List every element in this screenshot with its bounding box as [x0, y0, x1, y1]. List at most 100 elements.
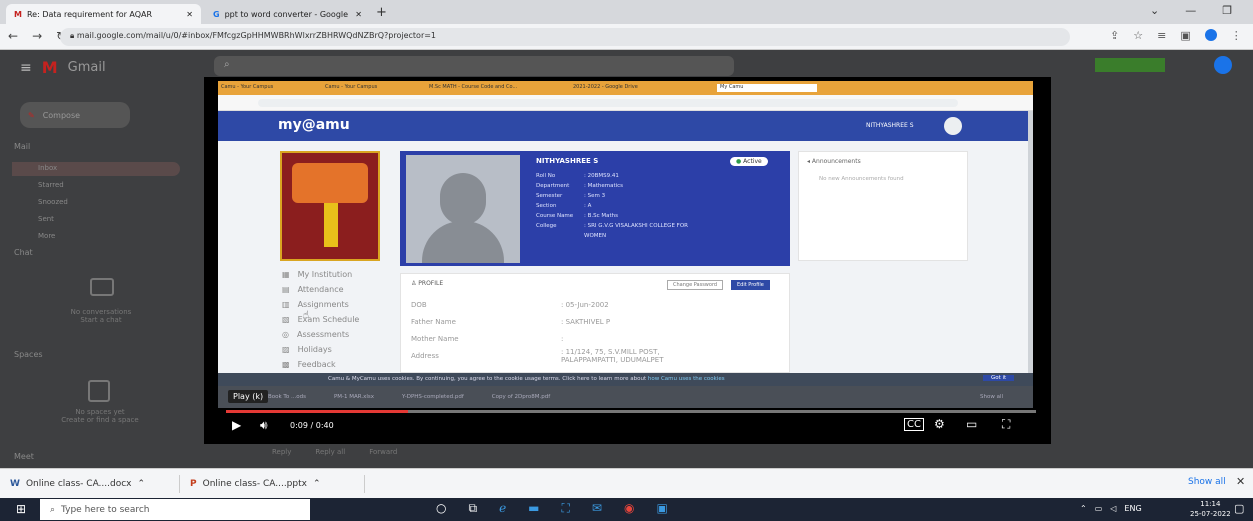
- gmail-favicon-icon: M: [14, 9, 22, 19]
- download-item-pptx[interactable]: P Online class- CA....pptx ⌃: [190, 475, 365, 493]
- sidepanel-icon[interactable]: ▣: [1180, 29, 1190, 42]
- announcements-title: Announcements: [811, 158, 861, 165]
- nav-exam-schedule[interactable]: ▧ Exam Schedule: [282, 313, 359, 325]
- nav-label: Assignments: [297, 299, 349, 309]
- chevron-up-icon[interactable]: ⌃: [1080, 504, 1087, 513]
- assessments-icon: ◎: [282, 329, 289, 339]
- inner-download-item: Copy of 2Dpro8M.pdf: [491, 394, 551, 400]
- student-details: Roll No: 20BMS9.41 Department: Mathemati…: [536, 171, 776, 241]
- mycamu-logo: my@amu: [278, 117, 350, 133]
- minimize-icon[interactable]: —: [1185, 4, 1196, 17]
- reply-all-button[interactable]: Reply all: [315, 448, 345, 456]
- chevron-up-icon[interactable]: ⌃: [313, 479, 321, 489]
- start-chat-link[interactable]: Start a chat: [36, 316, 166, 324]
- chat-icon: [90, 278, 114, 296]
- cortana-icon[interactable]: ○: [436, 501, 446, 516]
- user-avatar[interactable]: [944, 117, 962, 135]
- volume-icon[interactable]: ◁: [1110, 504, 1116, 513]
- student-banner: NITHYASHREE S ● Active Roll No: 20BMS9.4…: [400, 151, 790, 266]
- volume-icon[interactable]: 🔊︎: [260, 418, 268, 433]
- spaces-icon: [88, 380, 110, 402]
- reply-button[interactable]: Reply: [272, 448, 291, 456]
- field-value: : B.Sc Maths: [584, 213, 619, 219]
- hamburger-menu-icon[interactable]: ≡: [20, 60, 32, 76]
- mail-icon[interactable]: ✉: [592, 501, 602, 516]
- explorer-icon[interactable]: ▬: [528, 501, 539, 516]
- label-snoozed[interactable]: Snoozed: [38, 198, 68, 206]
- word-file-icon: W: [10, 479, 20, 489]
- inner-show-all: Show all: [979, 394, 1003, 400]
- settings-gear-icon[interactable]: ⚙: [934, 417, 945, 431]
- restore-icon[interactable]: ❐: [1222, 4, 1232, 17]
- inner-address-bar: [218, 95, 1033, 111]
- student-name: NITHYASHREE S: [536, 157, 599, 165]
- profile-label: Mother Name: [411, 334, 459, 343]
- media-icon[interactable]: ≡: [1157, 29, 1166, 42]
- notification-icon[interactable]: ▢: [1234, 502, 1244, 515]
- chrome-icon[interactable]: ◉: [624, 501, 634, 516]
- got-it-button: Got it: [983, 375, 1015, 381]
- google-favicon-icon: G: [213, 9, 220, 19]
- tab-search-icon[interactable]: ⌄: [1150, 4, 1159, 17]
- nav-feedback[interactable]: ▩ Feedback: [282, 358, 359, 370]
- label-sent[interactable]: Sent: [38, 215, 68, 223]
- language-indicator[interactable]: ENG: [1124, 504, 1141, 513]
- video-time: 0:09 / 0:40: [290, 421, 334, 430]
- forward-icon[interactable]: →: [32, 29, 42, 43]
- user-name[interactable]: NITHYASHREE S: [866, 122, 914, 129]
- feedback-icon: ▩: [282, 359, 290, 369]
- account-avatar[interactable]: [1214, 56, 1232, 74]
- chat-empty-text: No conversations: [70, 308, 132, 316]
- captions-icon[interactable]: CC: [904, 418, 924, 431]
- close-icon[interactable]: ✕: [355, 10, 362, 19]
- tab-google[interactable]: G ppt to word converter - Google ✕: [205, 4, 370, 24]
- nav-my-institution[interactable]: ▦ My Institution: [282, 268, 359, 280]
- menu-icon[interactable]: ⋮: [1231, 29, 1242, 42]
- download-item-docx[interactable]: W Online class- CA....docx ⌃: [10, 475, 180, 493]
- change-password-button[interactable]: Change Password: [667, 280, 724, 290]
- tab-gmail[interactable]: M Re: Data requirement for AQAR ✕: [6, 4, 201, 24]
- url-field[interactable]: 🔒︎ mail.google.com/mail/u/0/#inbox/FMfcg…: [60, 28, 1070, 46]
- edge-icon[interactable]: ℯ: [499, 501, 506, 516]
- close-icon[interactable]: ✕: [1236, 475, 1245, 488]
- video-progress-bar[interactable]: [226, 410, 1036, 413]
- back-icon[interactable]: ←: [8, 29, 18, 43]
- field-value: : Sem 3: [584, 193, 606, 199]
- nav-assignments[interactable]: ▥ Assignments: [282, 298, 359, 310]
- windows-start-icon[interactable]: ⊞: [16, 502, 26, 516]
- photos-icon[interactable]: ▣: [656, 501, 667, 516]
- profile-value: : 11/124, 75, S.V.MILL POST, PALAPPAMPAT…: [561, 347, 664, 364]
- search-placeholder: Type here to search: [61, 504, 150, 515]
- nav-attendance[interactable]: ▤ Attendance: [282, 283, 359, 295]
- task-view-icon[interactable]: ⧉: [468, 501, 477, 516]
- show-all-button[interactable]: Show all: [1188, 477, 1226, 487]
- miniplayer-icon[interactable]: ▭: [966, 417, 977, 431]
- cursor-hand-icon: ☝: [303, 310, 310, 321]
- clock-date: 25-07-2022: [1190, 510, 1231, 518]
- store-icon[interactable]: ⛶: [562, 501, 570, 516]
- close-icon[interactable]: ✕: [186, 10, 193, 19]
- nav-label: Assessments: [296, 329, 350, 339]
- label-starred[interactable]: Starred: [38, 181, 68, 189]
- bookmark-star-icon[interactable]: ☆: [1133, 29, 1143, 42]
- edit-profile-button[interactable]: Edit Profile: [731, 280, 770, 290]
- clock[interactable]: 11:14 25-07-2022: [1190, 499, 1231, 519]
- share-icon[interactable]: ⇪: [1110, 29, 1119, 42]
- battery-icon[interactable]: ▭: [1095, 504, 1103, 513]
- forward-button[interactable]: Forward: [369, 448, 397, 456]
- create-space-link[interactable]: Create or find a space: [30, 416, 170, 424]
- inner-tab: Camu - Your Campus: [325, 84, 378, 90]
- chevron-up-icon[interactable]: ⌃: [138, 479, 146, 489]
- play-icon[interactable]: ▶: [232, 418, 241, 432]
- label-more[interactable]: More: [38, 232, 68, 240]
- profile-icon[interactable]: [1204, 29, 1217, 41]
- taskbar-search-box[interactable]: ⌕ Type here to search: [40, 499, 310, 520]
- gmail-search-bar[interactable]: ⌕: [214, 56, 734, 76]
- compose-button[interactable]: ✎ Compose: [20, 102, 130, 128]
- fullscreen-icon[interactable]: ⛶: [1002, 417, 1010, 432]
- nav-holidays[interactable]: ▨ Holidays: [282, 343, 359, 355]
- nav-assessments[interactable]: ◎ Assessments: [282, 328, 359, 340]
- new-tab-button[interactable]: +: [376, 5, 387, 20]
- field-value: : 20BMS9.41: [584, 173, 619, 179]
- label-inbox[interactable]: Inbox: [38, 164, 68, 172]
